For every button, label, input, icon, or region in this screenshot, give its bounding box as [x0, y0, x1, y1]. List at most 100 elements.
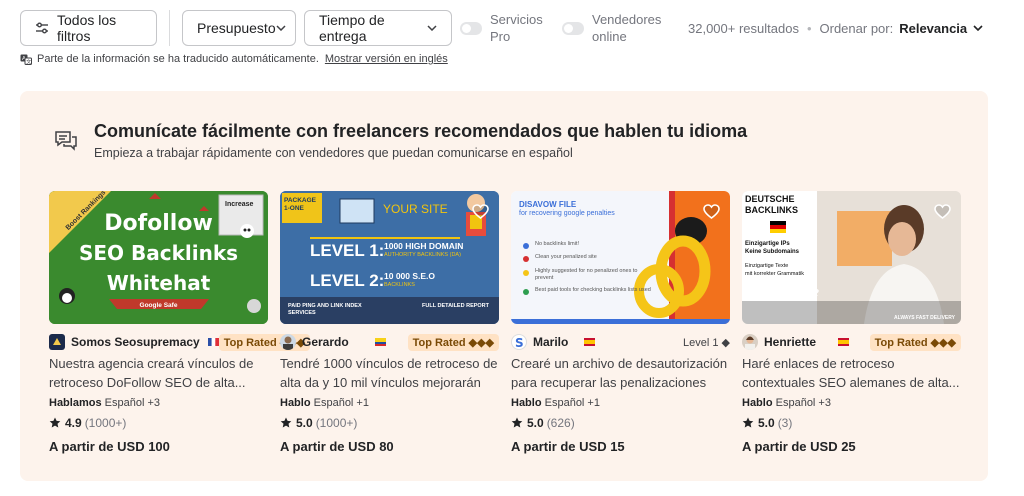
promo-title: Comunícate fácilmente con freelancers re…: [94, 121, 748, 141]
divider: [169, 10, 170, 46]
price: A partir de USD 15: [511, 439, 625, 454]
rating-count: (1000+): [84, 416, 127, 430]
gig-thumbnail[interactable]: Boost Rankings Increase Dofollow SEO Bac…: [49, 191, 268, 324]
svg-text:S: S: [515, 336, 524, 349]
seller-name[interactable]: Gerardo: [302, 335, 349, 349]
languages-label: Hablo: [280, 397, 311, 409]
rating-count: (626): [546, 416, 575, 430]
languages: Hablo Español +1: [280, 397, 499, 409]
avatar[interactable]: S: [511, 334, 527, 350]
gig-thumbnail[interactable]: PACKAGE 1-ONE YOUR SITE LEVEL 1: 1000 HI…: [280, 191, 499, 324]
heart-icon[interactable]: [703, 204, 720, 224]
gig-thumbnail[interactable]: DEUTSCHE BACKLINKS Einzigartige IPs Kein…: [742, 191, 961, 324]
sort-dropdown[interactable]: Relevancia: [899, 21, 983, 36]
thumb-line2: SEO Backlinks: [78, 241, 239, 265]
thumb-level1-text: 1000 HIGH DOMAIN: [384, 241, 464, 251]
star-icon: [742, 417, 754, 429]
gig-card[interactable]: DEUTSCHE BACKLINKS Einzigartige IPs Kein…: [742, 191, 961, 454]
results-count: 32,000+ resultados: [688, 20, 799, 36]
delivery-label: Tiempo de entrega: [319, 12, 385, 44]
thumb-level1-sub: AUTHORITY BACKLINKS (DA): [384, 252, 461, 258]
languages-value: Español +3: [775, 397, 831, 409]
languages-value: Español +1: [313, 397, 369, 409]
thumb-signature: Henriette: [746, 283, 820, 301]
seller-name[interactable]: Henriette: [764, 335, 816, 349]
top-rated-badge: Top Rated ◆◆◆: [407, 333, 499, 351]
avatar[interactable]: [49, 334, 65, 350]
seller-name[interactable]: Marilo: [533, 335, 568, 349]
pro-services-toggle-group: Servicios Pro: [460, 11, 560, 45]
chevron-down-icon: [427, 25, 437, 31]
gig-thumbnail[interactable]: DISAVOW FILE for recovering google penal…: [511, 191, 730, 324]
thumb-t4: mit korrekter Grammatik: [745, 271, 804, 277]
gig-title[interactable]: Crearé un archivo de desautorización par…: [511, 354, 730, 392]
languages-label: Hablamos: [49, 397, 102, 409]
top-rated-badge: Top Rated ◆◆◆: [869, 333, 961, 351]
thumb-site: YOUR SITE: [383, 202, 448, 216]
rating-score: 5.0: [296, 416, 313, 430]
promo-subtitle: Empieza a trabajar rápidamente con vende…: [94, 146, 573, 160]
rating-score: 4.9: [65, 416, 82, 430]
star-icon: [511, 417, 523, 429]
spain-flag-icon: [584, 338, 596, 346]
gig-title[interactable]: Haré enlaces de retroceso contextuales S…: [742, 354, 961, 392]
thumb-level2: LEVEL 2:: [310, 271, 385, 290]
heart-icon[interactable]: [472, 204, 489, 224]
avatar[interactable]: [742, 334, 758, 350]
languages-value: Español +1: [544, 397, 600, 409]
languages-value: Español +3: [104, 397, 160, 409]
sort-value: Relevancia: [899, 20, 968, 36]
thumb-title: DISAVOW FILE: [519, 200, 577, 209]
gig-title[interactable]: Nuestra agencia creará vínculos de retro…: [49, 354, 268, 392]
languages: Hablamos Español +3: [49, 397, 268, 409]
budget-label: Presupuesto: [197, 20, 276, 36]
thumb-level2-sub: BACKLINKS: [384, 282, 415, 288]
gig-card[interactable]: Boost Rankings Increase Dofollow SEO Bac…: [49, 191, 311, 454]
all-filters-label: Todos los filtros: [57, 12, 117, 44]
languages: Hablo Español +3: [742, 397, 961, 409]
thumb-level2-text: 10 000 S.E.O: [384, 271, 436, 281]
thumb-ribbon: Google Safe: [139, 302, 178, 309]
gig-card[interactable]: PACKAGE 1-ONE YOUR SITE LEVEL 1: 1000 HI…: [280, 191, 499, 454]
thumb-line1: Dofollow: [104, 211, 213, 236]
spain-flag-icon: [838, 338, 850, 346]
seller-name[interactable]: Somos Seosupremacy: [71, 335, 200, 349]
translation-note: A文 Parte de la información se ha traduci…: [20, 52, 448, 66]
separator-dot: •: [806, 20, 812, 36]
thumb-item-2: Clean your penalized site: [535, 254, 597, 260]
rating-score: 5.0: [527, 416, 544, 430]
svg-text:文: 文: [26, 58, 31, 65]
rating: 4.9 (1000+): [49, 416, 268, 430]
france-flag-icon: [207, 338, 219, 346]
rating-score: 5.0: [758, 416, 775, 430]
rating: 5.0 (3): [742, 416, 961, 430]
gig-cards: Boost Rankings Increase Dofollow SEO Bac…: [49, 191, 961, 454]
chat-icon: [54, 129, 78, 158]
thumb-t2: Keine Subdomains: [745, 249, 800, 255]
gig-title[interactable]: Tendré 1000 vínculos de retroceso de alt…: [280, 354, 499, 392]
show-english-link[interactable]: Mostrar versión en inglés: [325, 53, 448, 65]
heart-icon[interactable]: [934, 204, 951, 224]
all-filters-button[interactable]: Todos los filtros: [20, 10, 157, 46]
seller-row: Gerardo Top Rated ◆◆◆: [280, 333, 499, 351]
thumb-t1: Einzigartige IPs: [745, 241, 790, 247]
thumb-item-1: No backlinks limit!: [535, 241, 580, 247]
thumb-package: PACKAGE 1-ONE: [284, 197, 317, 212]
languages-label: Hablo: [511, 397, 542, 409]
rating-count: (1000+): [315, 416, 358, 430]
delivery-time-dropdown[interactable]: Tiempo de entrega: [304, 10, 452, 46]
chevron-down-icon: [973, 25, 983, 31]
thumb-item-4: Best paid tools for checking backlinks l…: [535, 287, 651, 293]
avatar[interactable]: [280, 334, 296, 350]
budget-dropdown[interactable]: Presupuesto: [182, 10, 296, 46]
pro-services-toggle[interactable]: [460, 21, 482, 35]
translate-icon: A文: [20, 54, 32, 65]
gig-card[interactable]: DISAVOW FILE for recovering google penal…: [511, 191, 730, 454]
online-sellers-toggle[interactable]: [562, 21, 584, 35]
languages-label: Hablo: [742, 397, 773, 409]
star-icon: [280, 417, 292, 429]
price: A partir de USD 25: [742, 439, 856, 454]
thumb-subtitle: for recovering google penalties: [519, 210, 615, 217]
online-sellers-label: Vendedores online: [592, 12, 662, 44]
sort-label: Ordenar por:: [819, 20, 894, 36]
